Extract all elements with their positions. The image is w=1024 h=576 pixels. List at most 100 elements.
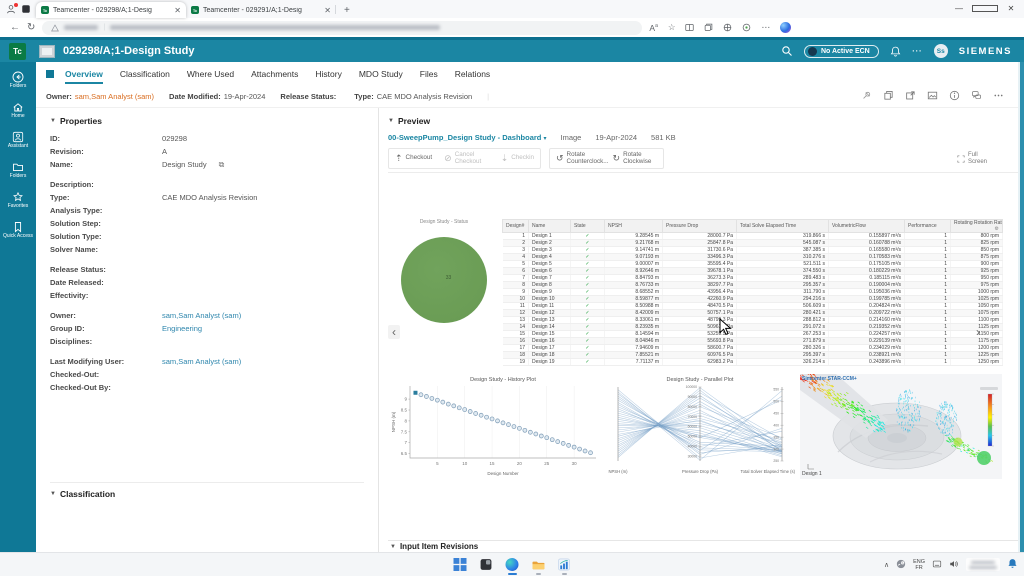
browser-essentials-icon[interactable] [723,23,732,32]
sidebar-item-folders[interactable]: Folders [10,71,27,89]
type-value: CAE MDO Analysis Revision [377,92,472,101]
address-input[interactable]: | [42,21,642,35]
split-screen-icon[interactable] [685,23,694,32]
property-value[interactable]: Engineering [162,324,202,333]
touch-keyboard-icon[interactable] [932,559,942,571]
notification-bell-icon[interactable] [1007,558,1018,571]
file-explorer-icon[interactable] [530,556,547,573]
rotate-cw-icon: ↻ [613,155,621,162]
property-label: Effectivity: [50,291,162,300]
monitor-app-icon[interactable] [556,556,573,573]
user-avatar[interactable]: Ss [934,44,948,58]
browser-tab[interactable]: TcTeamcenter - 029298/A;1-Desig✕ [36,2,186,18]
sidebar-item-folders[interactable]: Folders [10,161,27,179]
more-icon[interactable] [993,90,1004,103]
read-aloud-icon[interactable]: Aa [649,23,657,33]
tab-relations[interactable]: Relations [455,64,490,84]
site-info-icon[interactable] [51,24,59,32]
tab-classification[interactable]: Classification [120,64,170,84]
browser-tab[interactable]: TcTeamcenter - 029291/A;1-Desig✕ [186,2,336,18]
carousel-prev-button[interactable]: ‹ [388,325,400,339]
sidebar-item-home[interactable]: Home [11,101,24,119]
close-button[interactable]: ✕ [998,0,1024,17]
datetime-blurred[interactable] [966,558,1000,571]
tab-history[interactable]: History [315,64,341,84]
tab-where-used[interactable]: Where Used [187,64,234,84]
collections-icon[interactable] [704,23,713,32]
carousel-next-button[interactable]: › [972,325,984,339]
browser-menu-icon[interactable]: ⋯ [761,22,770,33]
tab-files[interactable]: Files [420,64,438,84]
copy-icon[interactable] [883,90,894,103]
active-ecn-badge[interactable]: No Active ECN [804,45,879,58]
table-row: 5Design 5✓9.00007 m35595.4 Pa521.511 s0.… [503,261,1003,268]
sidebar-item-quick-access[interactable]: Quick Access [3,221,33,239]
tray-app-icon[interactable] [896,559,906,571]
owner-value[interactable]: sam,Sam Analyst (sam) [75,92,154,101]
table-column-header: Pressure Drop [663,220,737,233]
info-icon[interactable] [949,90,960,103]
svg-text:Design Study - History Plot: Design Study - History Plot [470,377,536,383]
checkout-button[interactable]: ⇡Checkout [389,149,438,168]
edge-taskbar-icon[interactable] [504,556,521,573]
task-view-button[interactable] [478,556,495,573]
tab-close-icon[interactable]: ✕ [324,6,331,15]
preview-section-header[interactable]: ▼Preview [388,108,1018,126]
refresh-icon[interactable]: ↻ [27,23,35,33]
minimize-button[interactable]: — [946,0,972,17]
tray-chevron-icon[interactable]: ∧ [884,561,889,569]
open-icon[interactable] [905,90,916,103]
property-label: Solution Type: [50,232,162,241]
start-button[interactable] [452,556,469,573]
checkin-button[interactable]: ⇣Checkin [495,149,540,168]
tab-overview[interactable]: Overview [65,64,103,84]
pin-icon[interactable] [861,90,872,103]
language-indicator[interactable]: ENGFR [913,559,925,571]
search-icon[interactable] [781,45,793,57]
table-column-header: Design# [503,220,529,233]
notifications-bell-icon[interactable] [890,46,901,57]
sidebar-item-assistant[interactable]: Assistant [8,131,28,149]
new-tab-button[interactable]: + [344,5,350,16]
preview-icon[interactable] [927,90,938,103]
windows-taskbar: ∧ ENGFR [0,552,1024,576]
properties-section-header[interactable]: ▼Properties [50,116,364,126]
svg-text:NPSH (m): NPSH (m) [391,411,396,432]
back-icon[interactable]: ← [10,23,20,33]
extensions-icon[interactable] [742,23,751,32]
tab-close-icon[interactable]: ✕ [174,6,181,15]
svg-text:400: 400 [773,423,779,427]
property-value: A [162,147,167,156]
status-pie-chart: Design Study - Status 33 [394,219,494,323]
property-value[interactable]: sam,Sam Analyst (sam) [162,357,241,366]
browser-address-bar: ← ↻ | Aa ☆ ⋯ [0,18,1024,37]
fullscreen-button[interactable]: Full Screen [957,152,992,165]
copilot-icon[interactable] [780,22,791,33]
volume-icon[interactable] [949,559,959,571]
header-more-icon[interactable]: ⋯ [912,46,923,57]
teamcenter-logo[interactable]: Tc [9,43,26,60]
tab-attachments[interactable]: Attachments [251,64,298,84]
right-scroll-rail[interactable] [1018,62,1024,552]
svg-text:30: 30 [572,461,578,466]
restore-button[interactable] [972,0,998,17]
input-item-revisions-header[interactable]: ▼Input Item Revisions [388,540,1018,552]
rotate-ccw-button[interactable]: ↺Rotate Counterclock... [550,149,607,168]
compare-icon[interactable]: ⧉ [219,160,225,170]
browser-profile-icon[interactable] [6,4,16,16]
tab-mdo-study[interactable]: MDO Study [359,64,403,84]
classification-section-header[interactable]: ▼Classification [50,489,364,499]
svg-text:250: 250 [773,459,779,463]
table-column-header: State [571,220,605,233]
tab-actions-icon[interactable] [21,4,31,16]
chat-icon[interactable] [971,90,982,103]
favorite-star-icon[interactable]: ☆ [668,22,676,33]
dataset-selector[interactable]: 00-SweepPump_Design Study - Dashboard ▾ [388,133,546,142]
panel-divider[interactable] [374,108,382,552]
url-text-blurred [110,25,440,30]
rotate-cw-button[interactable]: ↻Rotate Clockwise [607,149,664,168]
cancel-checkout-button[interactable]: ⊘Cancel Checkout [438,149,495,168]
property-value[interactable]: sam,Sam Analyst (sam) [162,311,241,320]
sidebar-item-favorites[interactable]: Favorites [8,191,29,209]
file-kind: Image [560,133,581,142]
